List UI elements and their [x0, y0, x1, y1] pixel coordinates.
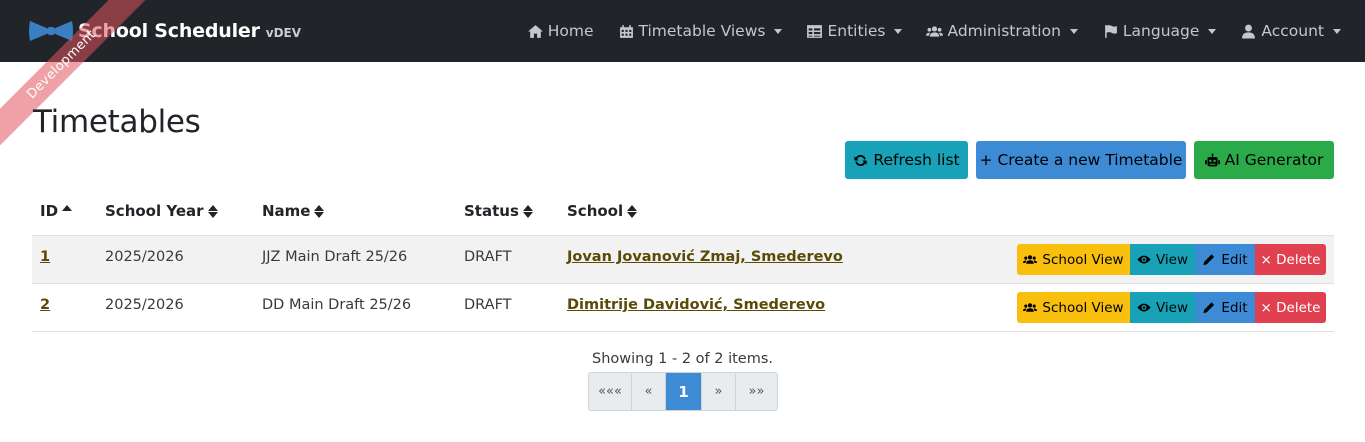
sort-icon — [522, 204, 533, 218]
column-header-label: School — [567, 202, 624, 220]
table-icon — [807, 24, 823, 38]
delete-label: × Delete — [1260, 251, 1321, 268]
chevron-down-icon — [1069, 28, 1078, 34]
row-id-link[interactable]: 2 — [40, 297, 50, 313]
school-view-button[interactable]: School View — [1017, 244, 1130, 275]
sort-icon — [627, 204, 638, 218]
table-row: 1 2025/2026 JJZ Main Draft 25/26 DRAFT J… — [32, 236, 1334, 284]
school-view-button[interactable]: School View — [1017, 292, 1130, 323]
table-header-row: ID School Year Name Status School — [32, 188, 1334, 236]
nav-administration-label: Administration — [947, 22, 1061, 40]
school-view-label: School View — [1042, 251, 1124, 268]
brand-link[interactable]: School Scheduler vDEV — [28, 17, 301, 45]
row-school-link[interactable]: Jovan Jovanović Zmaj, Smederevo — [567, 249, 843, 265]
bowtie-logo-icon — [29, 21, 73, 41]
edit-button[interactable]: Edit — [1195, 244, 1255, 275]
column-header-school[interactable]: School — [567, 202, 638, 220]
column-header-label: ID — [40, 202, 59, 220]
users-icon — [926, 25, 944, 37]
ai-generator-button[interactable]: AI Generator — [1194, 141, 1334, 179]
nav-timetable-views-label: Timetable Views — [638, 22, 766, 40]
flag-icon — [1105, 24, 1117, 38]
pencil-icon — [1203, 302, 1215, 314]
nav-account[interactable]: Account — [1240, 22, 1341, 40]
calendar-icon — [619, 24, 633, 38]
row-name: DD Main Draft 25/26 — [262, 297, 412, 313]
refresh-list-label: Refresh list — [873, 151, 960, 169]
view-button[interactable]: View — [1130, 244, 1195, 275]
users-icon — [1023, 303, 1038, 312]
column-header-label: Name — [262, 202, 311, 220]
nav-home[interactable]: Home — [527, 22, 594, 40]
page-title: Timetables — [33, 104, 201, 140]
nav-entities-label: Entities — [827, 22, 886, 40]
row-name: JJZ Main Draft 25/26 — [262, 249, 408, 265]
robot-icon — [1204, 153, 1220, 166]
row-school-year: 2025/2026 — [105, 249, 184, 265]
row-actions: School View View Edit × Delete — [1017, 292, 1326, 323]
page-current-button[interactable]: 1 — [666, 373, 702, 410]
page-first-button[interactable]: ««« — [589, 373, 632, 410]
column-header-label: Status — [464, 202, 519, 220]
delete-button[interactable]: × Delete — [1255, 292, 1326, 323]
eye-icon — [1137, 303, 1151, 312]
delete-label: × Delete — [1260, 299, 1321, 316]
chevron-down-icon — [1333, 28, 1341, 34]
home-icon — [527, 24, 543, 38]
timetables-table: ID School Year Name Status School 1 2025… — [32, 188, 1334, 332]
chevron-down-icon — [894, 28, 903, 34]
create-timetable-button[interactable]: + Create a new Timetable — [976, 141, 1186, 179]
page-prev-button[interactable]: « — [632, 373, 666, 410]
page-last-button[interactable]: »» — [736, 373, 777, 410]
row-status: DRAFT — [464, 249, 512, 265]
eye-icon — [1137, 255, 1151, 264]
nav-language-label: Language — [1122, 22, 1200, 40]
row-school-year: 2025/2026 — [105, 297, 184, 313]
ai-generator-label: AI Generator — [1224, 151, 1324, 169]
sort-icon — [207, 204, 218, 218]
users-icon — [1023, 255, 1038, 264]
chevron-down-icon — [774, 28, 783, 34]
nav-menu: Home Timetable Views Entities Administra… — [503, 0, 1341, 62]
brand-title: School Scheduler — [78, 20, 260, 42]
sort-ascending-icon — [62, 204, 73, 212]
page-next-button[interactable]: » — [702, 373, 736, 410]
table-row: 2 2025/2026 DD Main Draft 25/26 DRAFT Di… — [32, 284, 1334, 332]
edit-button[interactable]: Edit — [1195, 292, 1255, 323]
pagination: ««« « 1 » »» — [588, 372, 778, 411]
column-header-school-year[interactable]: School Year — [105, 202, 218, 220]
top-navbar: School Scheduler vDEV Home Timetable Vie… — [0, 0, 1365, 62]
nav-account-label: Account — [1261, 22, 1324, 40]
nav-home-label: Home — [547, 22, 594, 40]
edit-label: Edit — [1221, 299, 1248, 316]
delete-button[interactable]: × Delete — [1255, 244, 1326, 275]
nav-administration[interactable]: Administration — [926, 22, 1078, 40]
view-label: View — [1155, 251, 1189, 268]
column-header-id[interactable]: ID — [40, 202, 73, 220]
brand-version: vDEV — [265, 25, 302, 40]
sort-icon — [314, 204, 325, 218]
row-actions: School View View Edit × Delete — [1017, 244, 1326, 275]
edit-label: Edit — [1221, 251, 1248, 268]
nav-timetable-views[interactable]: Timetable Views — [618, 22, 783, 40]
nav-entities[interactable]: Entities — [806, 22, 903, 40]
nav-language[interactable]: Language — [1102, 22, 1217, 40]
row-id-link[interactable]: 1 — [40, 249, 50, 265]
column-header-name[interactable]: Name — [262, 202, 325, 220]
school-view-label: School View — [1042, 299, 1124, 316]
pagination-summary: Showing 1 - 2 of 2 items. — [591, 351, 773, 367]
user-icon — [1242, 24, 1256, 38]
chevron-down-icon — [1208, 28, 1217, 34]
column-header-label: School Year — [105, 202, 204, 220]
create-timetable-label: + Create a new Timetable — [979, 151, 1183, 169]
pencil-icon — [1203, 254, 1215, 266]
row-school-link[interactable]: Dimitrije Davidović, Smederevo — [567, 297, 825, 313]
refresh-list-button[interactable]: Refresh list — [845, 141, 968, 179]
view-label: View — [1155, 299, 1189, 316]
view-button[interactable]: View — [1130, 292, 1195, 323]
row-status: DRAFT — [464, 297, 512, 313]
refresh-icon — [854, 154, 867, 166]
column-header-status[interactable]: Status — [464, 202, 533, 220]
